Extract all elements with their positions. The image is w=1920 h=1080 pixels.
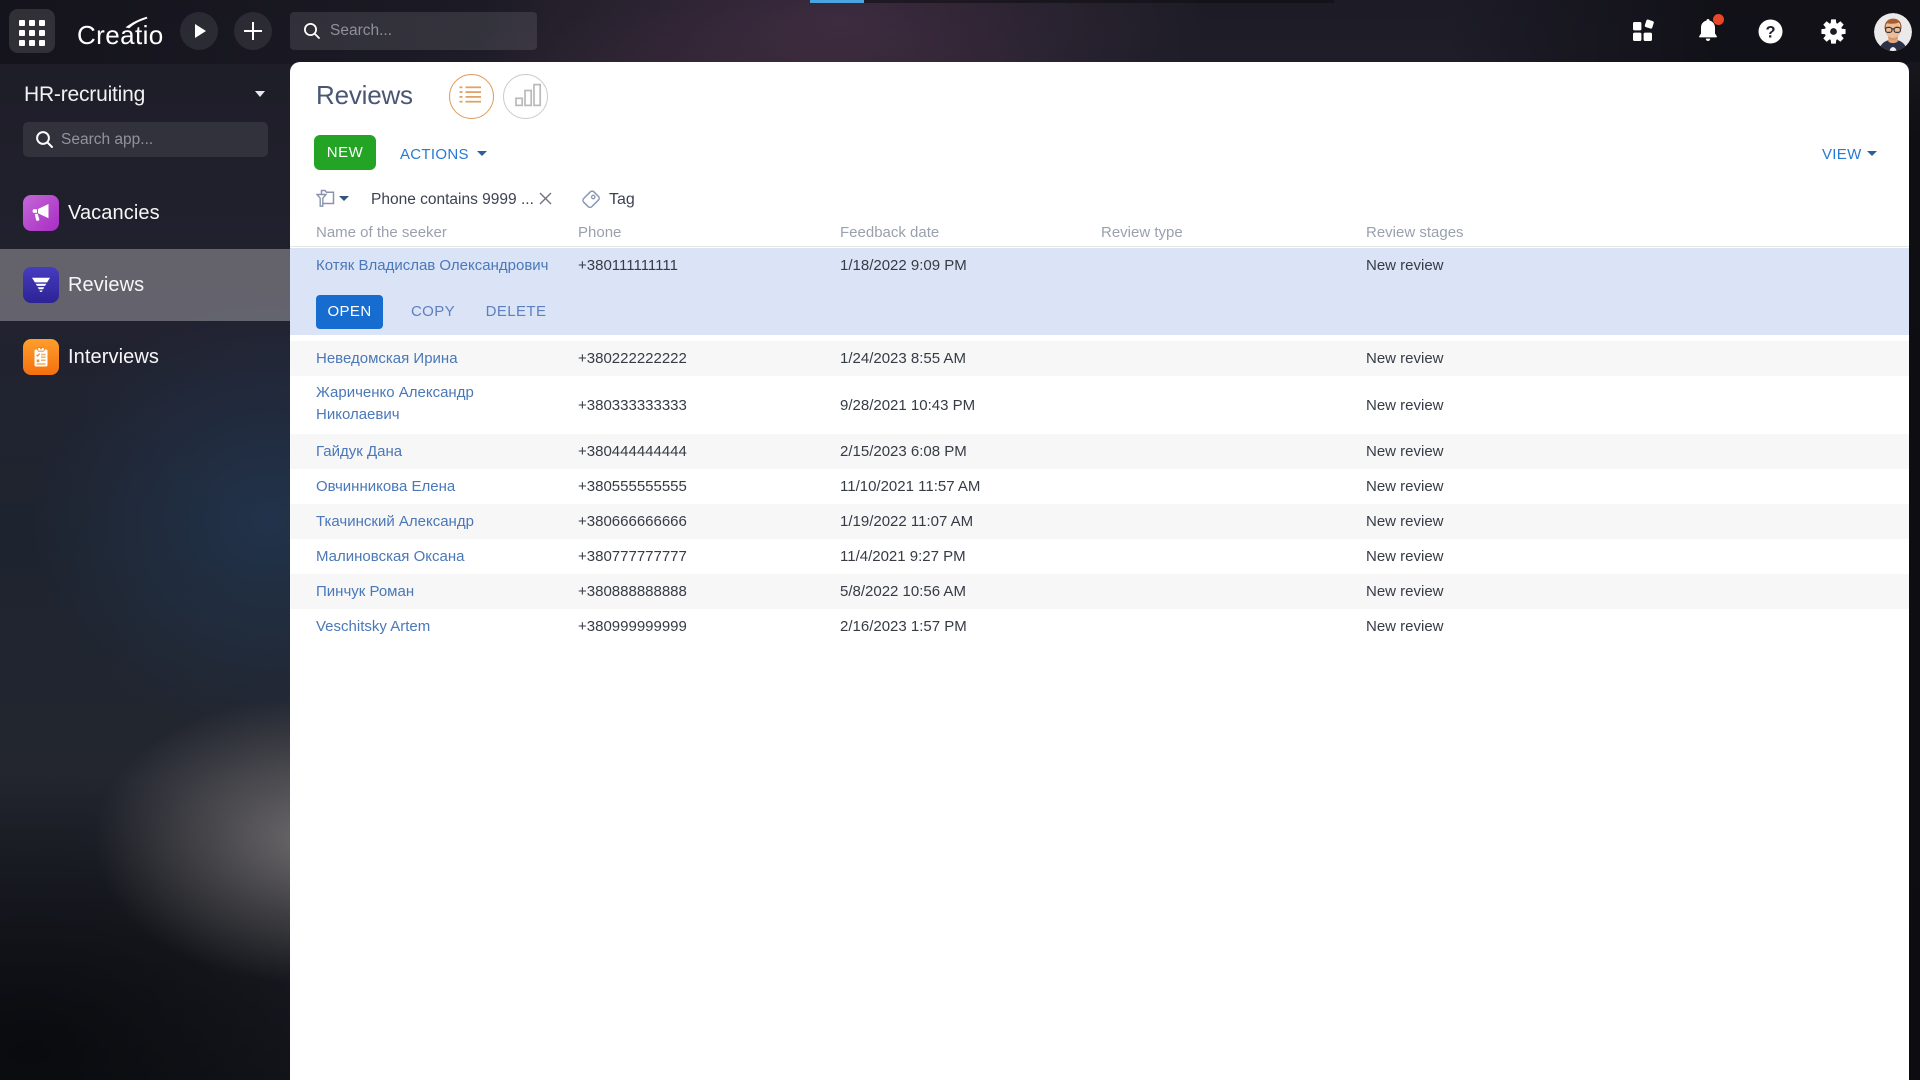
svg-text:Creatio: Creatio — [77, 20, 164, 50]
svg-text:?: ? — [1765, 23, 1775, 41]
